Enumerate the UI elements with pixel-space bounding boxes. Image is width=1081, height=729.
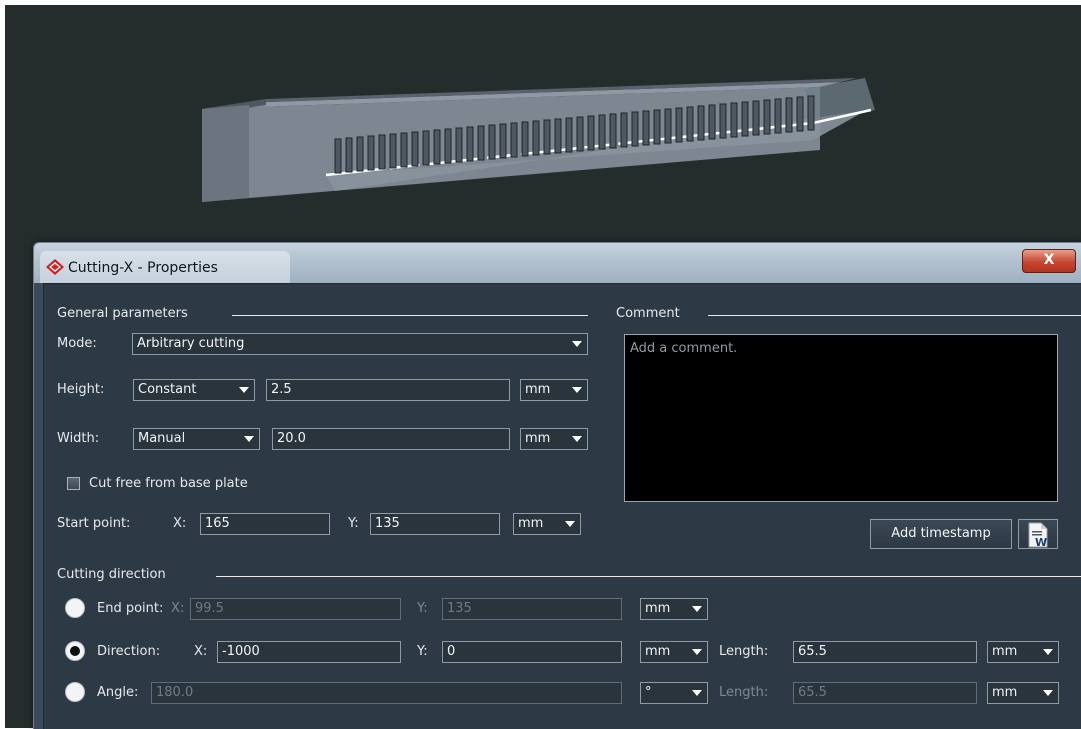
comment-heading: Comment [616,306,680,321]
close-button[interactable]: X [1022,249,1076,273]
end-y-label: Y: [417,601,428,616]
dir-x-input[interactable]: -1000 [217,641,401,663]
start-y-label: Y: [348,516,359,531]
word-export-button[interactable]: W [1018,519,1058,549]
width-type-select[interactable]: Manual [133,428,260,450]
chevron-down-icon [687,642,707,662]
angle-unit-select[interactable]: ° [640,682,708,704]
chevron-down-icon [687,599,707,619]
cutting-direction-divider [216,576,1081,577]
direction-label: Direction: [97,644,161,659]
angle-unit-value: ° [645,685,652,700]
start-x-label: X: [173,516,187,531]
chevron-down-icon [1038,683,1058,703]
word-document-icon: W [1028,522,1048,549]
start-unit-value: mm [518,516,544,531]
width-unit-select[interactable]: mm [520,428,588,450]
height-label: Height: [57,382,105,397]
chevron-down-icon [1038,642,1058,662]
angle-length-unit-value: mm [992,685,1018,700]
dialog-title: Cutting-X - Properties [68,260,218,276]
chevron-down-icon [567,429,587,449]
start-point-label: Start point: [57,516,131,531]
general-parameters-heading: General parameters [57,306,188,321]
height-type-select[interactable]: Constant [133,379,255,401]
dialog-titlebar[interactable]: Cutting-X - Properties X [34,243,1081,283]
chevron-down-icon [234,380,254,400]
angle-length-label: Length: [719,685,769,700]
width-input[interactable]: 20.0 [272,428,510,450]
mode-label: Mode: [57,336,97,351]
mode-select-value: Arbitrary cutting [137,336,245,351]
comment-placeholder: Add a comment. [630,341,738,356]
end-y-input[interactable]: 135 [442,598,622,620]
chevron-down-icon [567,380,587,400]
comment-textarea[interactable]: Add a comment. [624,334,1058,502]
height-input[interactable]: 2.5 [266,379,510,401]
comment-divider [708,315,1081,316]
angle-label: Angle: [97,685,139,700]
angle-length-unit-select[interactable]: mm [987,682,1059,704]
end-x-label: X: [171,601,185,616]
dir-y-input[interactable]: 0 [442,641,622,663]
length-label: Length: [719,644,769,659]
svg-text:W: W [1035,536,1047,548]
width-label: Width: [57,431,100,446]
dir-x-label: X: [194,644,208,659]
dir-unit-value: mm [645,644,671,659]
angle-length-input[interactable]: 65.5 [793,682,977,704]
chevron-down-icon [687,683,707,703]
direction-radio[interactable] [65,641,85,661]
angle-radio[interactable] [65,682,85,702]
dir-unit-select[interactable]: mm [640,641,708,663]
add-timestamp-button[interactable]: Add timestamp [870,519,1012,549]
dialog-content: General parameters Mode: Arbitrary cutti… [43,283,1081,729]
angle-input[interactable]: 180.0 [151,682,622,704]
end-point-label: End point: [97,601,164,616]
chevron-down-icon [567,334,587,354]
width-type-value: Manual [138,431,186,446]
start-y-input[interactable]: 135 [370,513,500,535]
start-x-input[interactable]: 165 [200,513,330,535]
end-unit-select[interactable]: mm [640,598,708,620]
cutting-properties-dialog: Cutting-X - Properties X General paramet… [33,242,1081,729]
chevron-down-icon [560,514,580,534]
cut-free-label: Cut free from base plate [89,476,248,491]
cutting-direction-heading: Cutting direction [57,567,166,582]
cut-free-checkbox[interactable] [67,477,80,490]
end-point-radio[interactable] [65,598,85,618]
app-logo-icon [46,259,64,275]
end-x-input[interactable]: 99.5 [190,598,401,620]
dir-y-label: Y: [417,644,428,659]
height-unit-select[interactable]: mm [520,379,588,401]
length-unit-value: mm [992,644,1018,659]
chevron-down-icon [239,429,259,449]
end-unit-value: mm [645,601,671,616]
start-unit-select[interactable]: mm [513,513,581,535]
length-unit-select[interactable]: mm [987,641,1059,663]
height-unit-value: mm [525,382,551,397]
height-type-value: Constant [138,382,197,397]
mode-select[interactable]: Arbitrary cutting [132,333,588,355]
width-unit-value: mm [525,431,551,446]
general-divider [232,315,588,316]
length-input[interactable]: 65.5 [793,641,977,663]
